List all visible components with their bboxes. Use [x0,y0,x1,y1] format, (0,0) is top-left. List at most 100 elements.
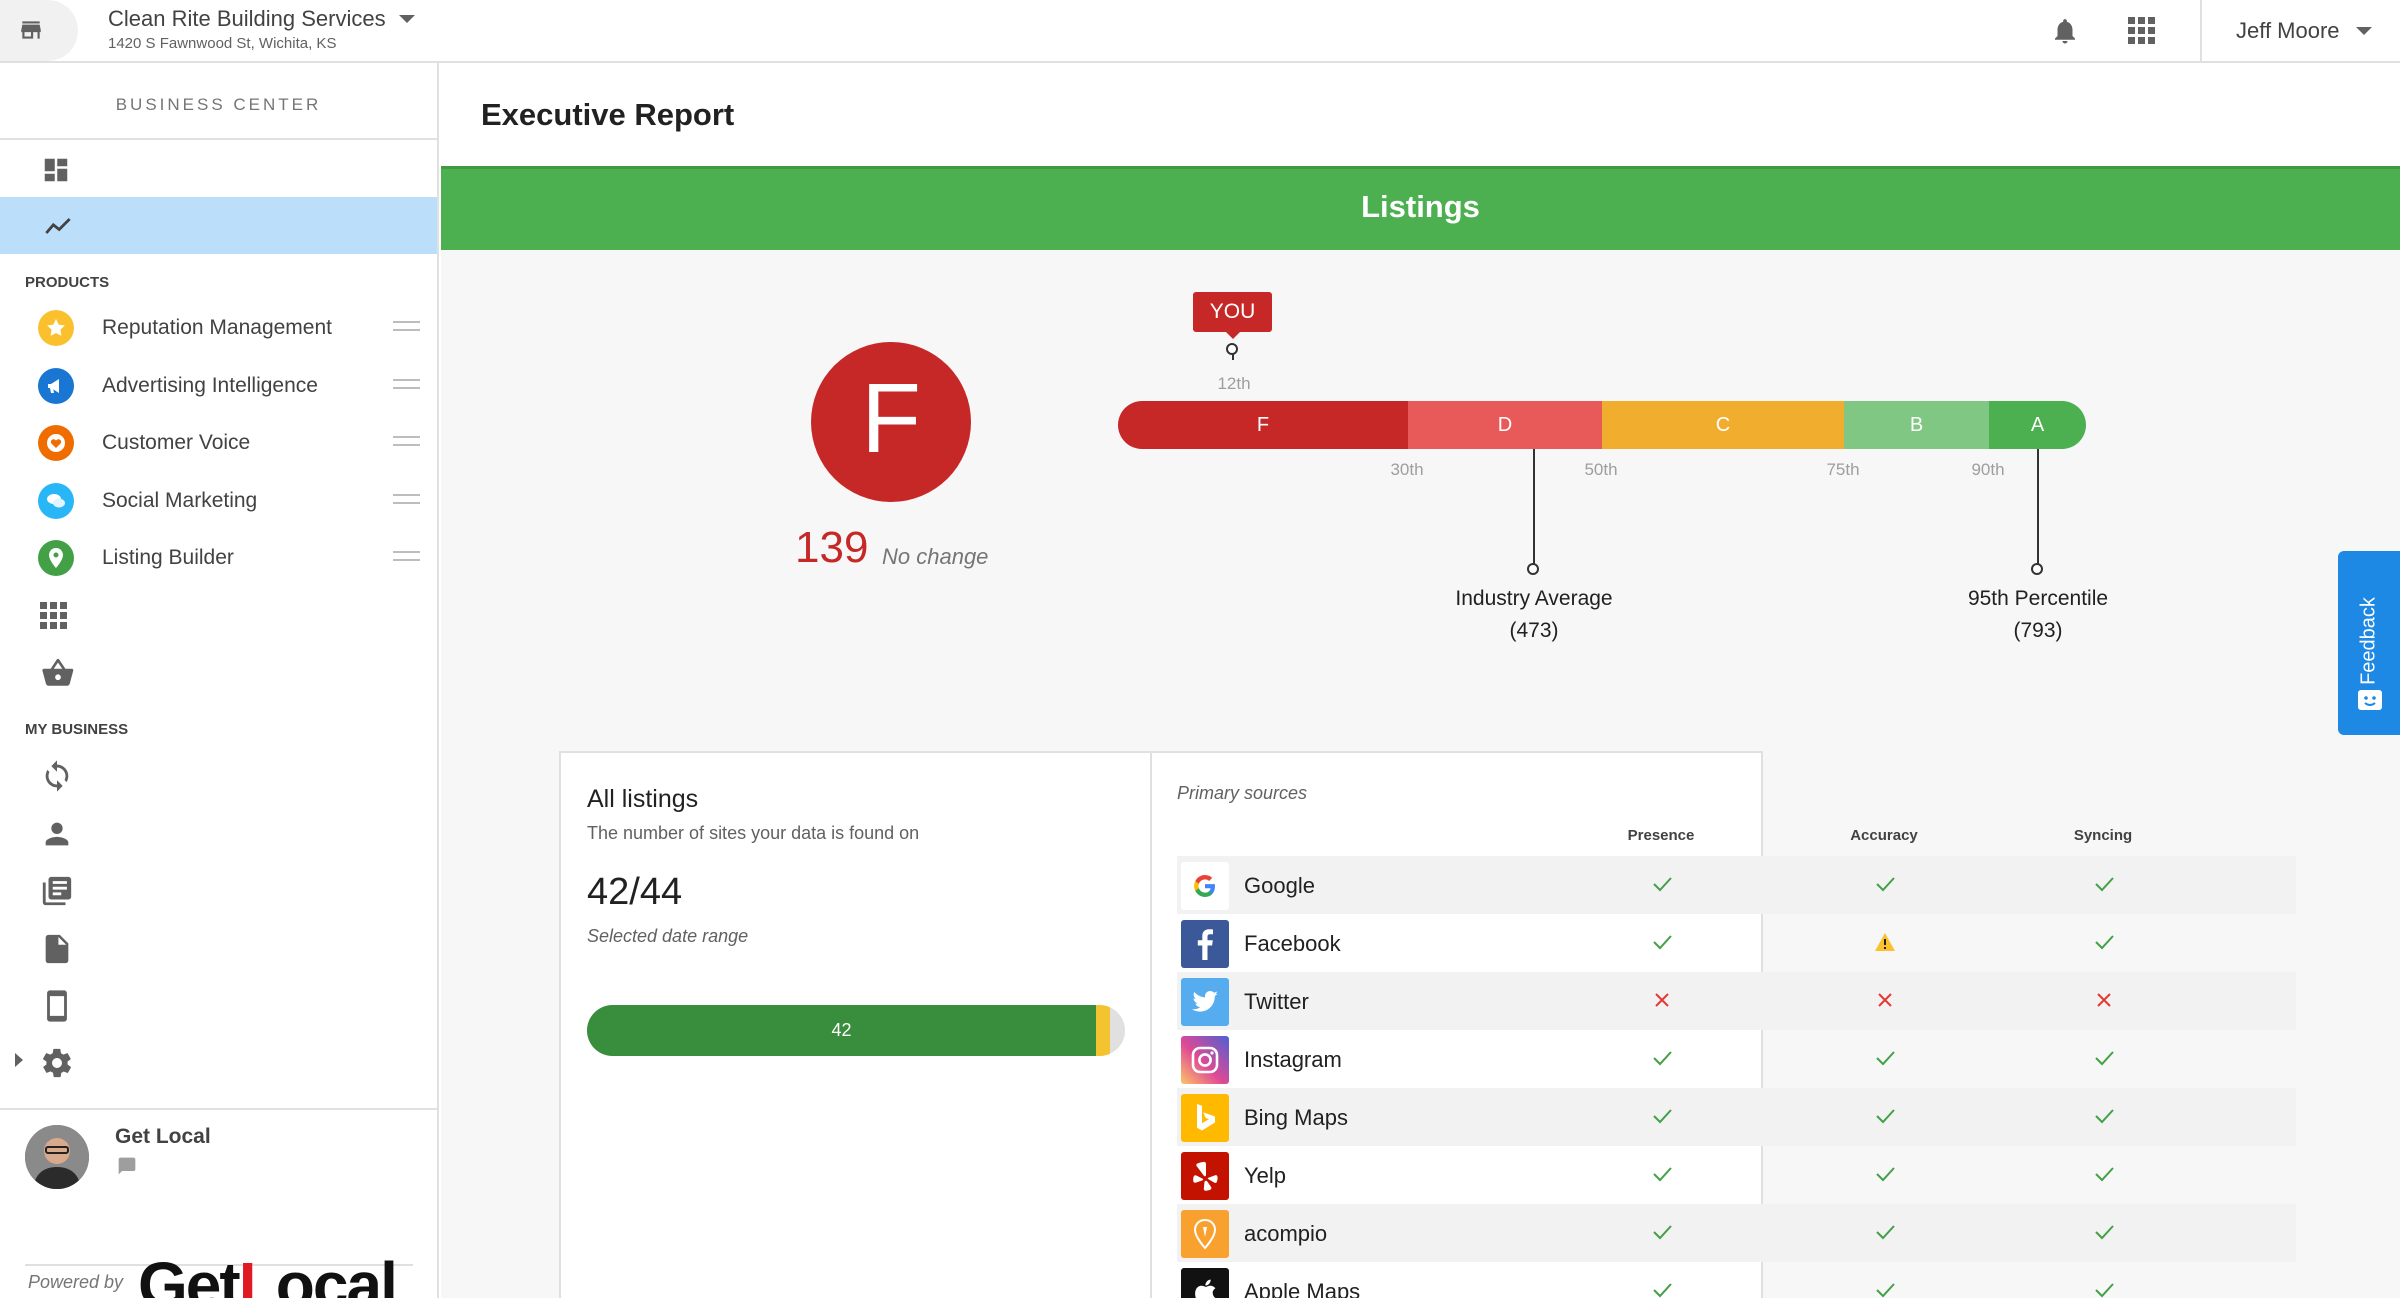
business-address: 1420 S Fawnwood St, Wichita, KS [108,35,337,52]
column-header-accuracy: Accuracy [1850,827,1918,844]
presence-status [1591,932,1731,956]
listings-banner: Listings [441,166,2400,250]
source-row[interactable]: Yelp [1177,1146,2296,1204]
chevron-down-icon[interactable] [2355,26,2373,36]
product-label: Advertising Intelligence [102,374,318,397]
gear-icon[interactable] [40,1046,74,1080]
drag-handle-icon[interactable] [393,436,420,446]
primary-sources-title: Primary sources [1177,783,1308,803]
dashboard-icon [44,158,68,182]
document-icon[interactable] [40,932,74,966]
bell-icon[interactable] [2050,14,2080,48]
library-books-icon[interactable] [40,874,74,908]
drag-handle-icon[interactable] [393,551,420,561]
source-name: Google [1244,873,1315,898]
check-icon [1653,1051,1672,1066]
accuracy-status [1814,990,1954,1014]
sidebar-item-social-marketing[interactable]: Social Marketing [0,472,437,529]
chat-bubbles-icon [38,483,74,519]
check-icon [1653,877,1672,892]
user-menu-name[interactable]: Jeff Moore [2236,18,2340,44]
syncing-status [2033,990,2173,1014]
location-pin-icon [38,540,74,576]
divider [2200,0,2202,61]
check-icon [2095,877,2114,892]
check-icon [1876,1109,1895,1124]
apps-grid-icon[interactable] [40,602,68,630]
divider [0,1108,437,1110]
trending-line-icon [45,218,71,234]
sidebar-item-reputation-management[interactable]: Reputation Management [0,299,437,356]
sync-icon[interactable] [40,759,74,793]
score-change: No change [882,544,989,569]
top-percentile-label: 95th Percentile [1967,587,2109,610]
caret-right-icon[interactable] [14,1052,24,1068]
source-name: Bing Maps [1244,1105,1348,1130]
source-row[interactable]: Twitter [1177,972,2296,1030]
person-icon[interactable] [40,817,74,851]
source-name: Instagram [1244,1047,1342,1072]
apps-grid-icon[interactable] [2128,17,2156,45]
syncing-status [2033,1280,2173,1298]
presence-status [1591,1280,1731,1298]
source-row[interactable]: acompio [1177,1204,2296,1262]
cross-icon [2097,993,2111,1007]
avatar[interactable] [25,1125,89,1189]
presence-status [1591,990,1731,1014]
accuracy-status [1814,1106,1954,1130]
sidebar-item-dashboard[interactable] [0,140,437,197]
warning-icon [1875,933,1895,951]
column-header-syncing: Syncing [2073,827,2133,844]
check-icon [1653,1167,1672,1182]
source-row[interactable]: Bing Maps [1177,1088,2296,1146]
getlocal-logo: GetLocal [138,1249,398,1298]
check-icon [1876,1167,1895,1182]
percentile-tick: 75th [1826,460,1860,479]
chat-icon[interactable] [116,1156,138,1176]
source-name: Facebook [1244,931,1341,956]
chevron-down-icon[interactable] [398,14,416,24]
sidebar-title: BUSINESS CENTER [115,95,322,114]
check-icon [2095,1109,2114,1124]
sidebar-item-listing-builder[interactable]: Listing Builder [0,529,437,586]
shopping-basket-icon[interactable] [40,656,76,690]
source-row[interactable]: Instagram [1177,1030,2296,1088]
feedback-tab[interactable]: Feedback [2338,551,2400,735]
grade-segment-f: F [1118,401,1408,449]
store-switcher-button[interactable] [0,0,78,61]
grade-segment-c: C [1602,401,1844,449]
sidebar-item-customer-voice[interactable]: Customer Voice [0,414,437,471]
percentile-tick: 50th [1584,460,1618,479]
syncing-status [2033,932,2173,956]
listings-progress-bar[interactable]: 42 [587,1005,1125,1056]
drag-handle-icon[interactable] [393,321,420,331]
check-icon [2095,1283,2114,1298]
twitter-logo [1181,978,1229,1026]
check-icon [1653,1109,1672,1124]
source-row[interactable]: Google [1177,856,2296,914]
cross-icon [1655,993,1669,1007]
sidebar-item-executive-report[interactable] [0,197,437,254]
source-row[interactable]: Apple Maps [1177,1262,2296,1298]
source-row[interactable]: Facebook [1177,914,2296,972]
cross-icon [1878,993,1892,1007]
smartphone-icon[interactable] [40,989,74,1023]
check-icon [2095,1225,2114,1240]
powered-by-text: Powered by [28,1272,124,1292]
product-label: Social Marketing [102,489,258,512]
drag-handle-icon[interactable] [393,379,420,389]
grade-segment-b: B [1844,401,1989,449]
business-name[interactable]: Clean Rite Building Services [108,6,386,32]
facebook-logo [1181,920,1229,968]
sidebar-item-advertising-intelligence[interactable]: Advertising Intelligence [0,357,437,414]
divider [1150,753,1152,1298]
presence-status [1591,874,1731,898]
google-logo [1181,862,1229,910]
drag-handle-icon[interactable] [393,494,420,504]
apple-logo [1181,1268,1229,1298]
industry-average-line [1533,449,1535,567]
top-bar: Clean Rite Building Services 1420 S Fawn… [0,0,2400,63]
bing-logo [1181,1094,1229,1142]
acompio-logo [1181,1210,1229,1258]
check-icon [1653,935,1672,950]
